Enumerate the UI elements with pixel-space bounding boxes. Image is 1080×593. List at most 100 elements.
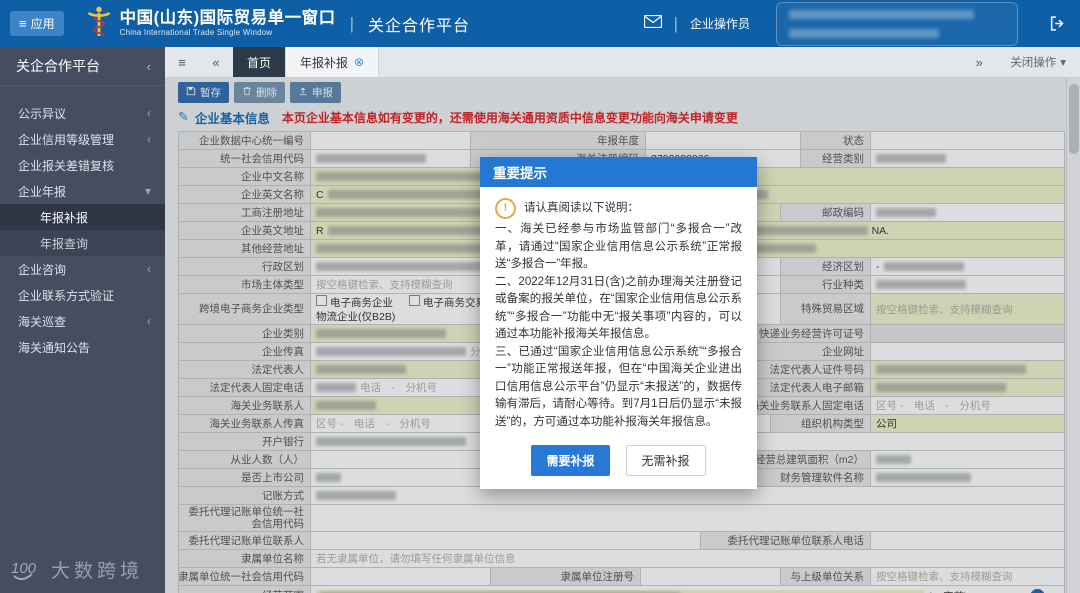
need-supplement-button[interactable]: 需要补报 [531,445,610,476]
site-title-cn: 中国(山东)国际贸易单一窗口 [119,9,336,28]
form-label: 法定代表人 [179,361,311,378]
tab[interactable]: 首页 [233,47,287,77]
more-icon[interactable]: ••• [1030,588,1045,593]
checkbox-icon[interactable] [409,294,420,306]
form-field[interactable] [871,325,1064,342]
close-tab-icon[interactable]: ⊗ [354,55,364,69]
save-icon [186,86,196,99]
form-field[interactable] [311,568,491,585]
field-text: R [316,224,324,237]
form-field[interactable] [871,451,1064,468]
logout-icon[interactable] [1049,15,1066,37]
form-field[interactable] [871,132,1064,149]
form-field[interactable] [641,568,781,585]
close-operations-dropdown[interactable]: 关闭操作 ▾ [996,47,1080,77]
form-label: 与上级单位关系 [781,568,871,585]
form-field[interactable]: 按空格键检索、支持模糊查询 [871,294,1064,324]
tab-label: 首页 [247,55,272,70]
no-supplement-button[interactable]: 无需补报 [625,445,706,476]
sidebar-item[interactable]: 海关巡查 ‹ [0,308,165,334]
tab[interactable]: 年报补报 ⊗ [286,47,380,77]
form-field[interactable] [871,532,1064,549]
field-text: 按空格键检索、支持模糊查询 [876,303,1013,316]
sidebar-item-label: 企业信用等级管理 [18,132,115,147]
save-button[interactable]: 暂存 [178,82,229,103]
sidebar-header[interactable]: 关企合作平台 ‹ [0,47,165,86]
form-field[interactable] [871,469,1064,486]
sidebar-item[interactable]: 企业年报 ▾ [0,178,165,204]
toolbar-button-label: 申报 [312,87,333,99]
form-label: 快递业务经营许可证号 [741,325,871,342]
modal-body: ! 请认真阅读以下说明： 一、海关已经参与市场监管部门“多报合一”改革，请通过“… [480,187,757,433]
mail-icon[interactable] [643,14,662,33]
form-field[interactable]: 公司 [871,415,1064,432]
sidebar-item-label: 企业联系方式验证 [18,288,115,303]
checkbox-icon[interactable] [316,294,327,306]
sidebar-item[interactable]: 海关通知公告 [0,334,165,360]
form-field[interactable] [311,150,471,167]
field-text: NA. [871,224,890,237]
form-label: 特殊贸易区域 [781,294,871,324]
modal-important-notice: 重要提示 ! 请认真阅读以下说明： 一、海关已经参与市场监管部门“多报合一”改革… [480,157,757,489]
checkbox-label: 物流企业(仅B2B) [316,310,396,323]
form-field[interactable] [311,132,471,149]
scrollbar-thumb[interactable] [1069,84,1079,154]
form-label: 企业英文名称 [179,186,311,203]
form-row: 隶属单位名称 若无隶属单位，请勿填写任何隶属单位信息 [179,550,1064,568]
sidebar-item-label: 企业咨询 [18,262,67,277]
chevron-icon: ‹ [147,262,151,276]
form-field[interactable] [311,505,1064,531]
close-operations-label: 关闭操作 [1010,57,1057,69]
section-title: 企业基本信息 [194,111,270,126]
form-field[interactable] [871,204,1064,221]
form-field[interactable]: - [871,258,1064,275]
form-field[interactable]: (71字节) ••• [311,586,1064,593]
form-label: 经营类别 [801,150,871,167]
sidebar-item[interactable]: 企业报关差错复核 [0,152,165,178]
delete-button[interactable]: 删除 [234,82,285,103]
chevron-left-icon: ‹ [146,58,151,74]
scroll-tabs-left-icon[interactable]: « [199,47,233,77]
sidebar-item[interactable]: 企业咨询 ‹ [0,256,165,282]
form-label: 海关业务联系人 [179,397,311,414]
sidebar-item[interactable]: 年报补报 [0,204,165,230]
form-label: 跨境电子商务企业类型 [179,294,311,324]
sidebar-item[interactable]: 公示异议 ‹ [0,100,165,126]
chevron-icon: ▾ [144,184,151,198]
form-field[interactable]: 按空格键检索、支持模糊查询 [871,568,1064,585]
sidebar-item[interactable]: 企业联系方式验证 [0,282,165,308]
form-field[interactable] [311,532,701,549]
form-field[interactable] [871,150,1064,167]
apps-menu-button[interactable]: ≡ 应用 [10,11,64,36]
form-label: 企业类别 [179,325,311,342]
vertical-scrollbar[interactable] [1066,78,1080,593]
form-field[interactable]: 区号 - 电话 - 分机号 [871,397,1064,414]
platform-title: 关企合作平台 [368,17,471,35]
form-field[interactable] [871,379,1064,396]
modal-paragraph: 二、2022年12月31日(含)之前办理海关注册登记或备案的报关单位，在“国家企… [495,275,742,341]
form-label: 其他经营地址 [179,240,311,257]
form-field[interactable] [871,276,1064,293]
chevron-icon: ‹ [147,132,151,146]
redacted-text [876,383,1006,392]
scroll-tabs-right-icon[interactable]: » [962,47,996,77]
sidebar-item-label: 企业年报 [18,184,67,199]
warning-icon: ! [495,198,516,219]
form-field[interactable] [311,487,1064,504]
form-field[interactable] [871,361,1064,378]
checkbox-option[interactable]: 电子商务企业 [316,294,393,310]
declare-button[interactable]: 申报 [290,82,341,103]
title-divider: | [349,13,355,33]
menu-toggle-icon[interactable]: ≡ [165,47,199,77]
sidebar-item[interactable]: 企业信用等级管理 ‹ [0,126,165,152]
form-field[interactable] [646,132,801,149]
redacted-text [316,473,341,482]
redacted-text [316,383,356,392]
header-divider: | [673,13,678,33]
checkbox-option[interactable]: 物流企业(仅B2B) [316,310,395,324]
form-field[interactable] [871,343,1064,360]
form-field[interactable]: 若无隶属单位，请勿填写任何隶属单位信息 [311,550,1064,567]
form-label: 邮政编码 [781,204,871,221]
form-label: 经营范围 [179,586,311,593]
sidebar-item[interactable]: 年报查询 [0,230,165,256]
